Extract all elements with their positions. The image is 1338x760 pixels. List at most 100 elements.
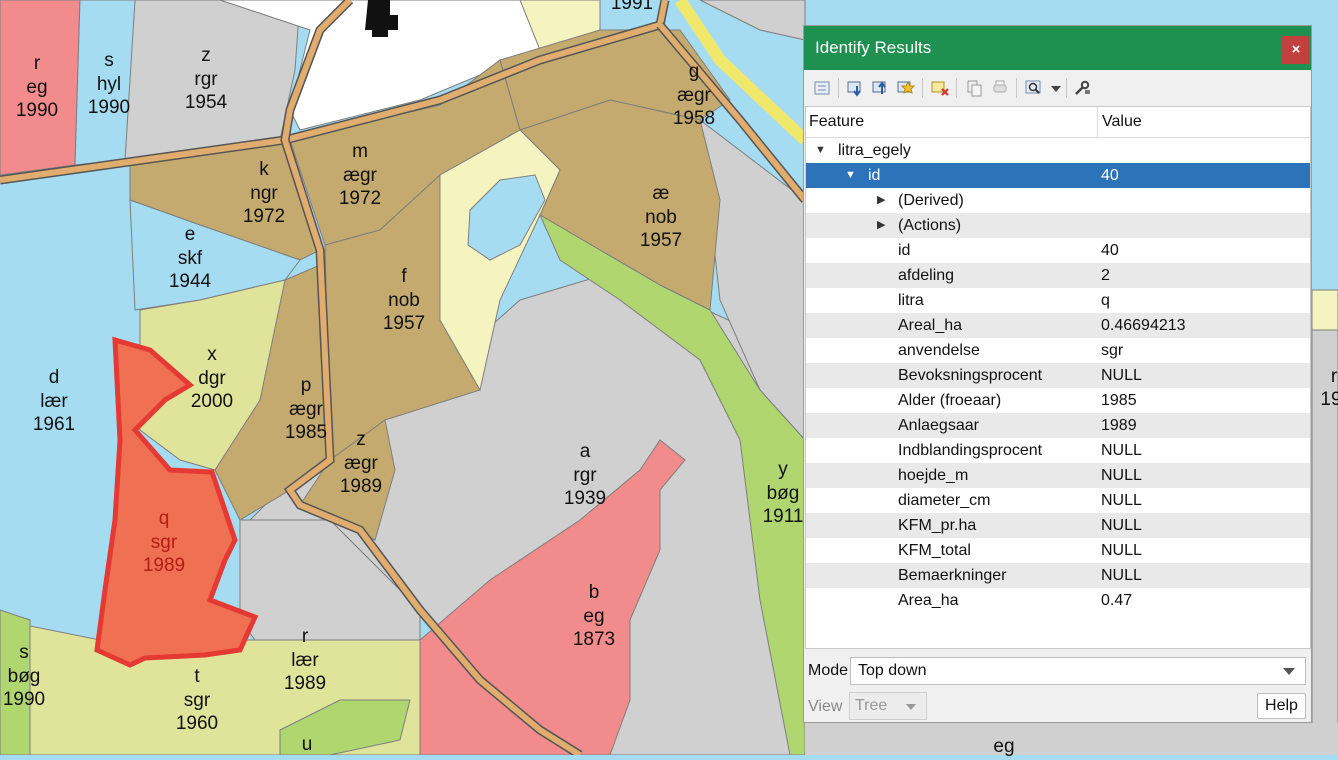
attribute-row[interactable]: hoejde_m NULL — [806, 463, 1310, 488]
layer-row[interactable]: ▼ litra_egely — [806, 138, 1310, 163]
parcel-name: s — [19, 642, 29, 663]
parcel-species: bøg — [7, 665, 41, 687]
attribute-row[interactable]: anvendelse sgr — [806, 338, 1310, 363]
help-button[interactable]: Help — [1257, 693, 1306, 719]
parcel-name: z — [356, 429, 366, 450]
expand-new-results-icon[interactable] — [896, 78, 916, 98]
parcel-label: s hyl 1990 — [88, 49, 130, 120]
parcel-year: 1972 — [338, 188, 382, 209]
derived-group-row[interactable]: ▶ (Derived) — [806, 188, 1310, 213]
attribute-row[interactable]: Indblandingsprocent NULL — [806, 438, 1310, 463]
parcel-label: s bøg 1990 — [3, 641, 45, 712]
parcel-species: rgr — [194, 68, 218, 90]
attribute-name: Alder (froeaar) — [898, 392, 1002, 409]
attribute-value: NULL — [1101, 442, 1142, 459]
parcel-label: æ nob 1957 — [640, 182, 682, 253]
parcel-year: 1972 — [242, 206, 286, 227]
parcel-label: y bøg 1911 — [763, 458, 804, 529]
parcel-species: hyl — [96, 73, 122, 95]
value-column-header[interactable]: Value — [1102, 107, 1142, 137]
parcel-year: 2000 — [190, 391, 234, 412]
parcel-species: skf — [177, 247, 203, 269]
mode-select[interactable]: Top down — [850, 657, 1306, 685]
parcel-name: b — [588, 582, 600, 603]
actions-group-row[interactable]: ▶ (Actions) — [806, 213, 1310, 238]
parcel-year: 1990 — [2, 689, 46, 710]
feature-value: 40 — [1101, 167, 1119, 184]
parcel-year: 1957 — [382, 313, 426, 334]
identify-results-panel: Identify Results × Feature Value ▼ litra… — [803, 25, 1312, 723]
parcel-species: rgr — [573, 464, 597, 486]
parcel-name: p — [300, 375, 312, 396]
chevron-down-icon — [1283, 668, 1295, 675]
attribute-value: NULL — [1101, 467, 1142, 484]
attribute-row[interactable]: Alder (froeaar) 1985 — [806, 388, 1310, 413]
attribute-name: litra — [898, 292, 924, 309]
parcel-name: f — [401, 266, 407, 287]
parcel-label: a rgr 1939 — [564, 440, 606, 511]
feature-row-selected[interactable]: ▼ id 40 — [806, 163, 1310, 188]
attribute-value: NULL — [1101, 492, 1142, 509]
parcel-label: r lær 1989 — [284, 625, 326, 696]
copy-feature-icon[interactable] — [964, 78, 984, 98]
attribute-row[interactable]: id 40 — [806, 238, 1310, 263]
attribute-value: 2 — [1101, 267, 1110, 284]
identify-mode-icon[interactable] — [1024, 78, 1044, 98]
clear-results-icon[interactable] — [930, 78, 950, 98]
expand-tree-icon[interactable] — [812, 78, 832, 98]
selected-parcel-label: q sgr 1989 — [143, 507, 185, 578]
attribute-row[interactable]: Anlaegsaar 1989 — [806, 413, 1310, 438]
attribute-name: diameter_cm — [898, 492, 991, 509]
attribute-row[interactable]: Bemaerkninger NULL — [806, 563, 1310, 588]
expand-arrow-icon[interactable]: ▶ — [877, 188, 885, 213]
collapse-arrow-icon[interactable]: ▼ — [815, 138, 826, 163]
attribute-value: 0.46694213 — [1101, 317, 1186, 334]
parcel-species: ngr — [250, 182, 278, 204]
tree-header: Feature Value — [806, 107, 1310, 138]
collapse-arrow-icon[interactable]: ▼ — [845, 163, 856, 188]
parcel-label: m ægr 1972 — [339, 140, 381, 211]
parcel-label: z ægr 1989 — [340, 428, 382, 499]
title-bar[interactable]: Identify Results × — [804, 26, 1311, 70]
identify-mode-dropdown-caret[interactable] — [1051, 86, 1061, 92]
attribute-row[interactable]: KFM_pr.ha NULL — [806, 513, 1310, 538]
view-select[interactable]: Tree — [849, 692, 927, 720]
attribute-row[interactable]: KFM_total NULL — [806, 538, 1310, 563]
parcel-label: z rgr 1954 — [185, 44, 227, 115]
parcel-label: p ægr 1985 — [285, 374, 327, 445]
parcel-year: 1958 — [672, 108, 716, 129]
partial-parcel-label: u — [301, 734, 313, 755]
parcel-label: t sgr 1960 — [176, 665, 218, 736]
parcel-name: r — [33, 53, 41, 74]
parcel-species: nob — [645, 206, 677, 228]
parcel-species: sgr — [183, 689, 211, 711]
parcel-species: lær — [40, 390, 68, 412]
close-button[interactable]: × — [1282, 36, 1310, 64]
attribute-row[interactable]: Area_ha 0.47 — [806, 588, 1310, 613]
results-tree[interactable]: Feature Value ▼ litra_egely ▼ id 40 ▶ (D… — [805, 106, 1311, 649]
expand-all-icon[interactable] — [846, 78, 866, 98]
parcel-label: e skf 1944 — [169, 223, 211, 294]
attribute-row[interactable]: Bevoksningsprocent NULL — [806, 363, 1310, 388]
attribute-name: Anlaegsaar — [898, 417, 979, 434]
parcel-name: g — [688, 61, 700, 82]
collapse-all-icon[interactable] — [871, 78, 891, 98]
parcel-name: d — [48, 367, 60, 388]
attribute-row[interactable]: litra q — [806, 288, 1310, 313]
attribute-name: hoejde_m — [898, 467, 969, 484]
parcel-species: nob — [388, 289, 420, 311]
parcel-year: 1985 — [284, 422, 328, 443]
attribute-name: KFM_total — [898, 542, 971, 559]
settings-wrench-icon[interactable] — [1072, 78, 1092, 98]
attribute-name: KFM_pr.ha — [898, 517, 977, 534]
expand-arrow-icon[interactable]: ▶ — [877, 213, 885, 238]
attribute-row[interactable]: afdeling 2 — [806, 263, 1310, 288]
attribute-row[interactable]: Areal_ha 0.46694213 — [806, 313, 1310, 338]
print-icon[interactable] — [990, 78, 1010, 98]
attribute-value: 0.47 — [1101, 592, 1133, 609]
attribute-row[interactable]: diameter_cm NULL — [806, 488, 1310, 513]
parcel-name: t — [194, 666, 200, 687]
view-label: View — [808, 698, 843, 715]
feature-column-header[interactable]: Feature — [809, 107, 864, 137]
mode-label: Mode — [808, 662, 849, 679]
